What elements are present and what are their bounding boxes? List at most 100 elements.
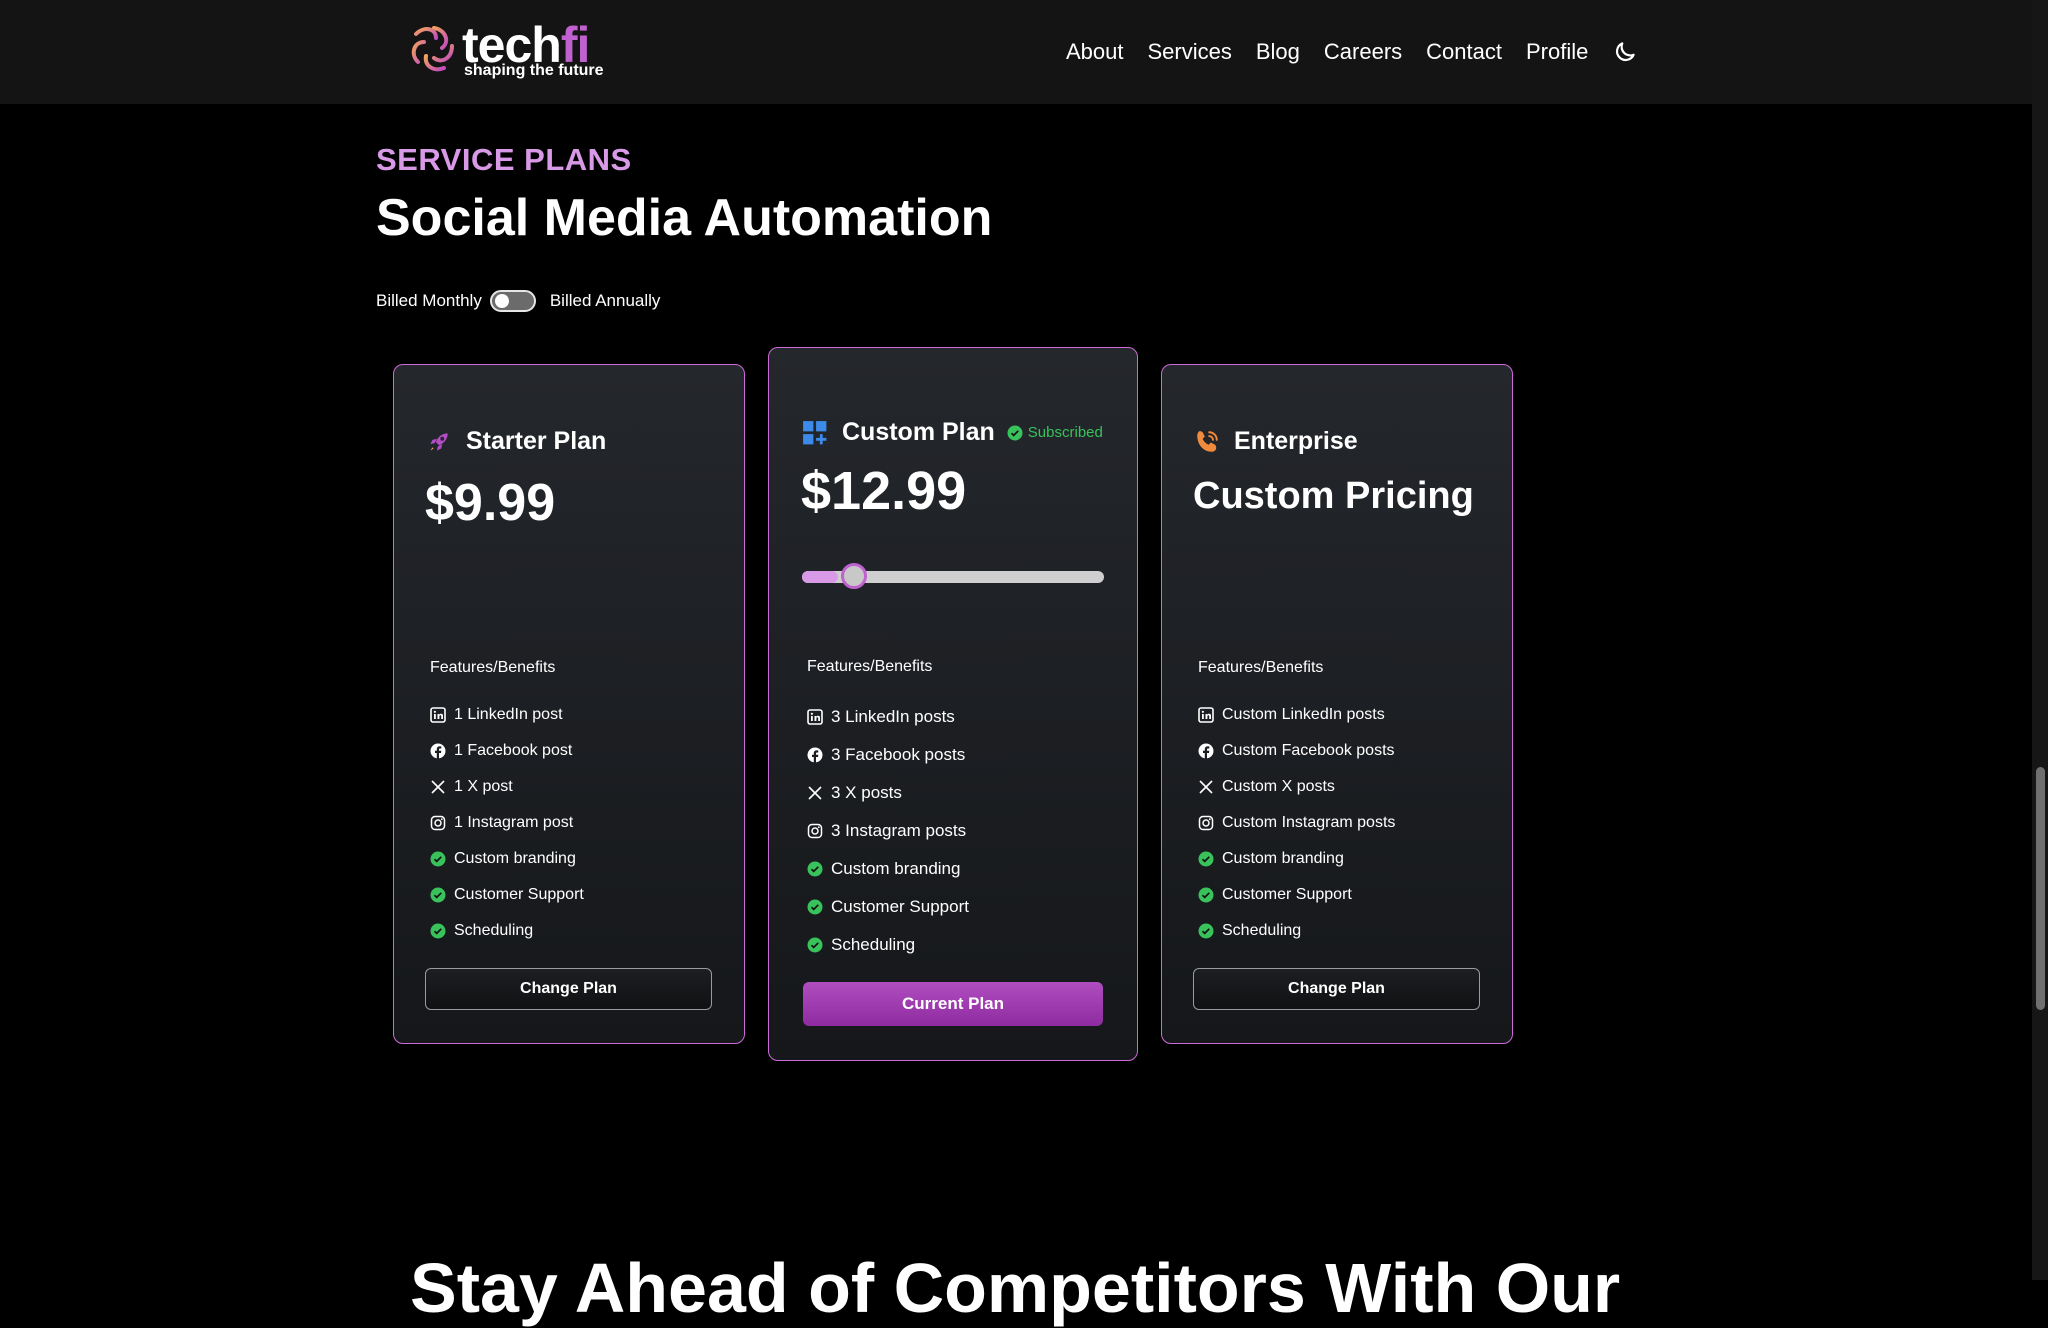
feature-text: 1 X post xyxy=(454,778,513,795)
feature-text: 1 Instagram post xyxy=(454,814,574,831)
list-item: Custom Instagram posts xyxy=(1198,805,1395,841)
scrollbar-thumb[interactable] xyxy=(2036,767,2045,1010)
list-item: 3 X posts xyxy=(807,774,969,812)
list-item: Scheduling xyxy=(807,926,969,964)
feature-text: 1 LinkedIn post xyxy=(454,706,563,723)
feature-text: Custom X posts xyxy=(1222,778,1335,795)
list-item: 1 X post xyxy=(430,769,584,805)
check-circle-icon xyxy=(1007,425,1023,440)
feature-text: Custom branding xyxy=(454,850,576,867)
starter-plan-card: Starter Plan $9.99 Features/Benefits 1 L… xyxy=(393,364,745,1044)
techfi-logo[interactable]: techfi shaping the future xyxy=(406,16,606,84)
plan-header: Starter Plan xyxy=(426,427,606,456)
feature-list: Custom LinkedIn posts Custom Facebook po… xyxy=(1198,697,1395,949)
post-count-slider[interactable] xyxy=(802,563,1104,589)
x-icon xyxy=(1199,780,1213,794)
list-item: 1 LinkedIn post xyxy=(430,697,584,733)
check-circle-icon xyxy=(1198,923,1214,939)
nav-careers-link[interactable]: Careers xyxy=(1324,39,1402,65)
linkedin-icon xyxy=(1198,707,1214,723)
list-item: Scheduling xyxy=(430,913,584,949)
feature-list: 3 LinkedIn posts 3 Facebook posts 3 X po… xyxy=(807,698,969,964)
plan-header: Enterprise xyxy=(1194,427,1358,456)
rocket-icon xyxy=(430,432,448,451)
features-title: Features/Benefits xyxy=(1198,659,1324,676)
list-item: Custom X posts xyxy=(1198,769,1395,805)
feature-text: 3 Instagram posts xyxy=(831,821,967,840)
custom-plan-card: Custom Plan Subscribed $12.99 Features/B… xyxy=(768,347,1138,1061)
billing-period-toggle[interactable] xyxy=(489,290,536,312)
feature-text: Customer Support xyxy=(454,886,584,903)
feature-text: 3 X posts xyxy=(831,783,902,802)
x-icon xyxy=(431,780,445,794)
feature-text: Custom Facebook posts xyxy=(1222,742,1395,759)
toggle-knob xyxy=(494,294,509,308)
nav-profile-link[interactable]: Profile xyxy=(1526,39,1588,65)
list-item: Custom LinkedIn posts xyxy=(1198,697,1395,733)
moon-icon[interactable] xyxy=(1612,39,1638,65)
nav-contact-link[interactable]: Contact xyxy=(1426,39,1502,65)
feature-text: 3 LinkedIn posts xyxy=(831,707,955,726)
features-title: Features/Benefits xyxy=(430,659,556,676)
feature-text: 3 Facebook posts xyxy=(831,745,966,764)
nav-services-link[interactable]: Services xyxy=(1148,39,1232,65)
feature-text: Custom Instagram posts xyxy=(1222,814,1396,831)
subscribed-badge: Subscribed xyxy=(1007,424,1103,441)
feature-text: Scheduling xyxy=(831,935,916,954)
feature-text: Custom branding xyxy=(1222,850,1344,867)
list-item: Customer Support xyxy=(807,888,969,926)
list-item: Customer Support xyxy=(430,877,584,913)
check-circle-icon xyxy=(430,851,446,867)
billing-toggle-group: Billed Monthly Billed Annually xyxy=(376,290,660,312)
logo-mark-icon xyxy=(411,26,454,72)
list-item: 3 Instagram posts xyxy=(807,812,969,850)
instagram-icon xyxy=(1198,815,1214,831)
slider-fill xyxy=(802,571,839,583)
enterprise-plan-card: Enterprise Custom Pricing Features/Benef… xyxy=(1161,364,1513,1044)
feature-text: 1 Facebook post xyxy=(454,742,573,759)
plan-price: $12.99 xyxy=(801,461,967,521)
plan-name: Custom Plan xyxy=(842,418,995,446)
list-item: Custom branding xyxy=(1198,841,1395,877)
section-eyebrow: SERVICE PLANS xyxy=(376,142,632,177)
list-item: Custom Facebook posts xyxy=(1198,733,1395,769)
check-circle-icon xyxy=(430,887,446,903)
billed-annually-label: Billed Annually xyxy=(549,291,661,310)
check-circle-icon xyxy=(430,923,446,939)
plan-price: Custom Pricing xyxy=(1193,475,1474,517)
facebook-icon xyxy=(807,747,823,763)
check-circle-icon xyxy=(807,861,823,877)
change-plan-button[interactable]: Change Plan xyxy=(425,968,712,1010)
nav-about-link[interactable]: About xyxy=(1066,39,1124,65)
plan-name: Enterprise xyxy=(1234,427,1358,455)
feature-text: Customer Support xyxy=(831,897,969,916)
phone-icon xyxy=(1197,430,1218,452)
linkedin-icon xyxy=(807,709,823,725)
check-circle-icon xyxy=(1198,887,1214,903)
change-plan-button[interactable]: Change Plan xyxy=(1193,968,1480,1010)
nav-blog-link[interactable]: Blog xyxy=(1256,39,1300,65)
list-item: 1 Instagram post xyxy=(430,805,584,841)
current-plan-button[interactable]: Current Plan xyxy=(803,982,1103,1026)
list-item: Customer Support xyxy=(1198,877,1395,913)
instagram-icon xyxy=(430,815,446,831)
logo-tagline: shaping the future xyxy=(464,62,604,79)
badge-label: Subscribed xyxy=(1027,424,1103,441)
feature-text: Scheduling xyxy=(1222,922,1302,939)
feature-list: 1 LinkedIn post 1 Facebook post 1 X post… xyxy=(430,697,584,949)
billed-monthly-label: Billed Monthly xyxy=(376,291,482,310)
feature-text: Custom branding xyxy=(831,859,961,878)
list-item: 1 Facebook post xyxy=(430,733,584,769)
facebook-icon xyxy=(430,743,446,759)
check-circle-icon xyxy=(807,937,823,953)
feature-text: Custom LinkedIn posts xyxy=(1222,706,1385,723)
feature-text: Customer Support xyxy=(1222,886,1352,903)
list-item: Custom branding xyxy=(430,841,584,877)
next-section-title: Stay Ahead of Competitors With Our xyxy=(410,1249,1621,1327)
plan-name: Starter Plan xyxy=(466,427,607,455)
list-item: 3 Facebook posts xyxy=(807,736,969,774)
page-title: Social Media Automation xyxy=(376,189,993,247)
page-scrollbar[interactable] xyxy=(2032,0,2048,1280)
check-circle-icon xyxy=(807,899,823,915)
instagram-icon xyxy=(807,823,823,839)
